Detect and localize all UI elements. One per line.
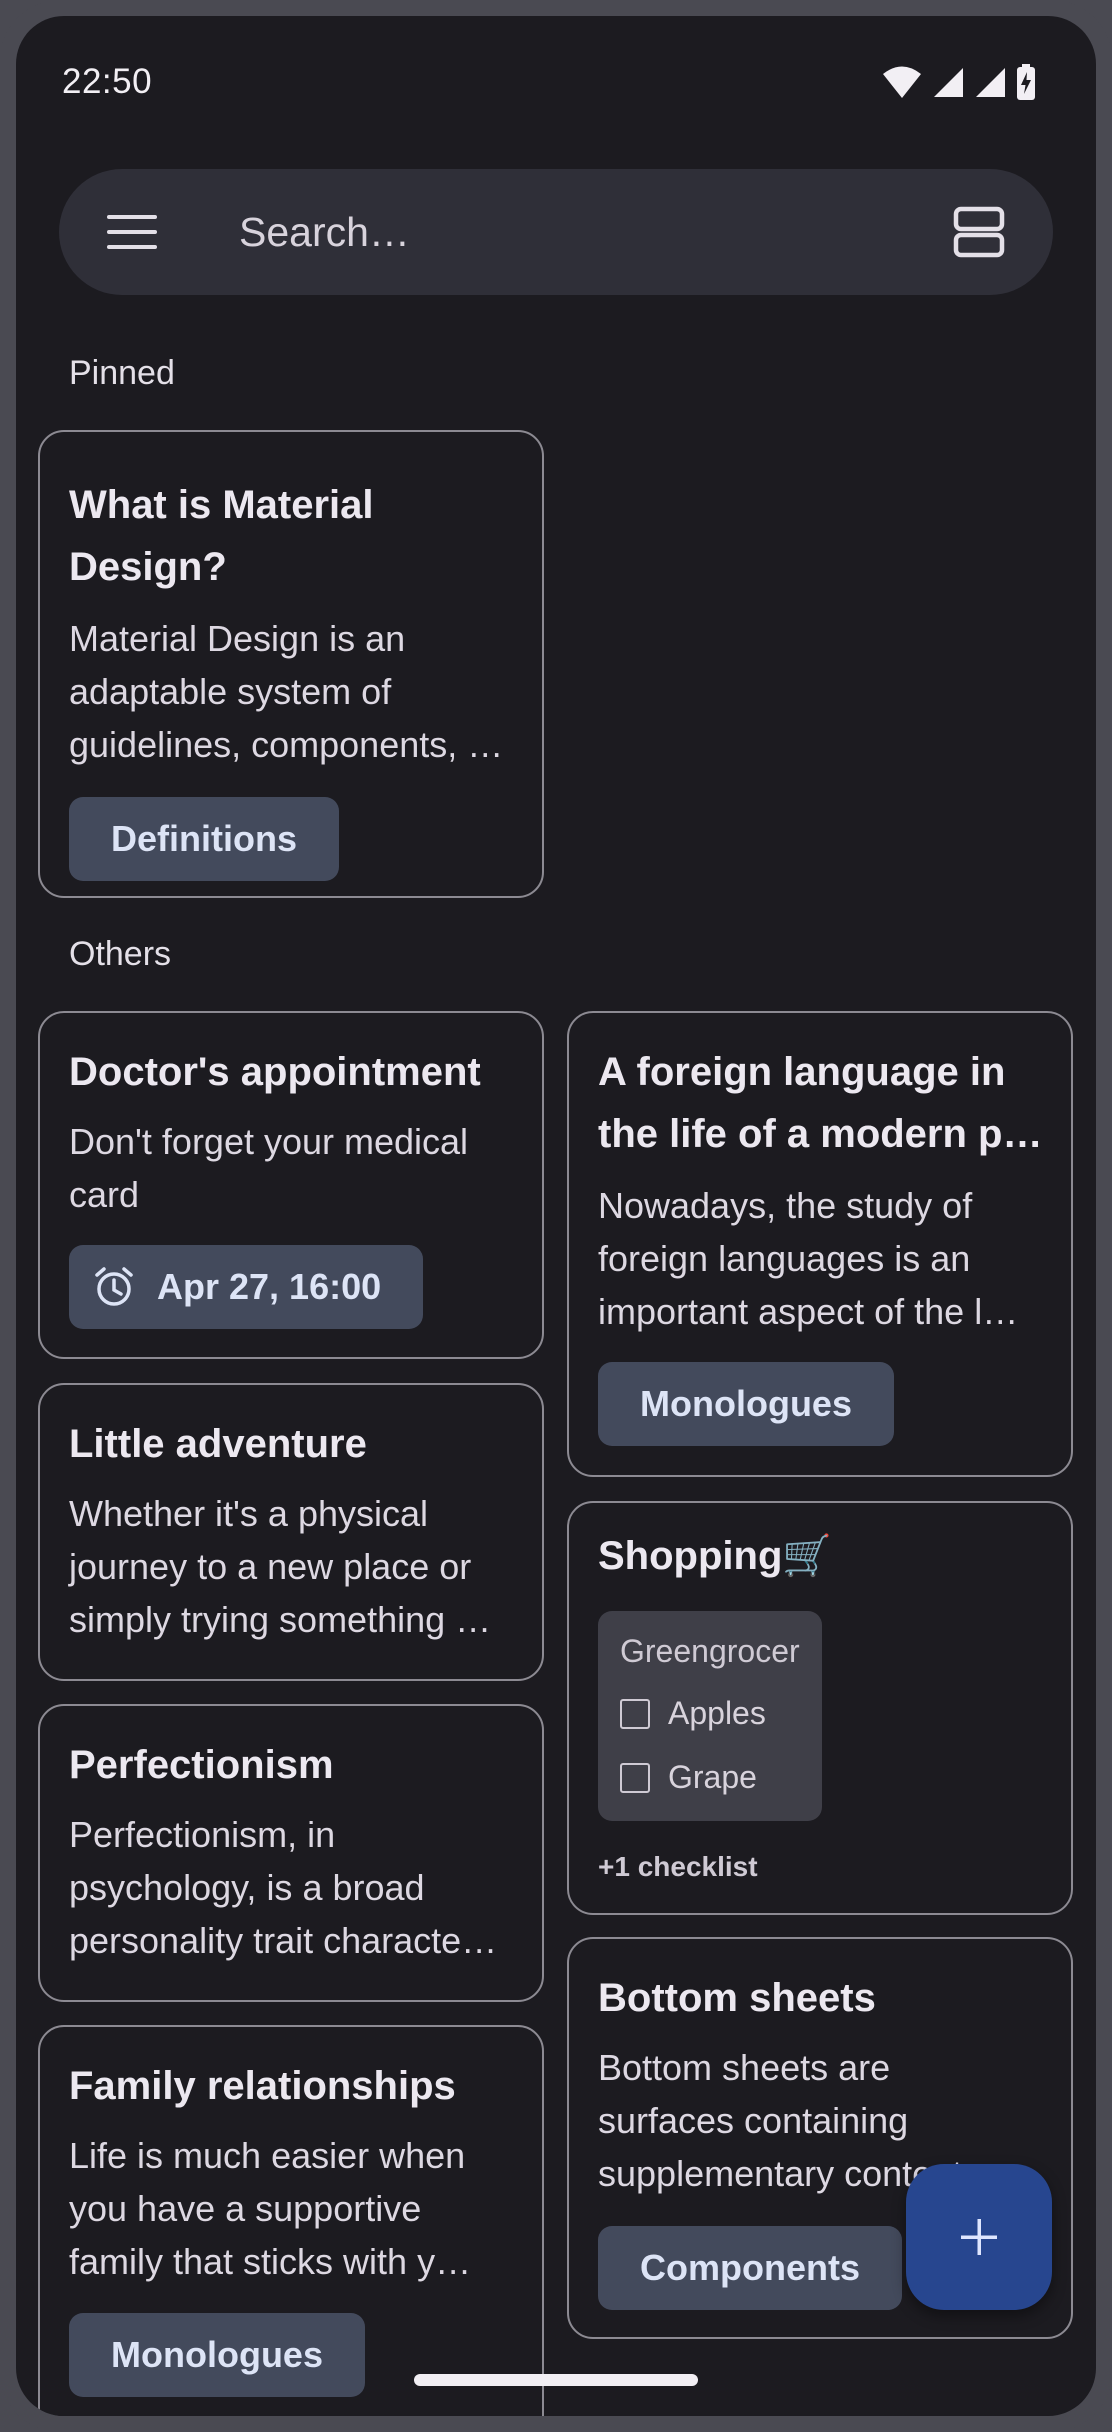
wifi-icon: [883, 66, 921, 98]
checkbox[interactable]: [620, 1762, 650, 1793]
reminder-text: Apr 27, 16:00: [157, 1266, 382, 1307]
battery-charging-icon: [1017, 64, 1035, 100]
note-title: Doctor's appointment: [69, 1050, 481, 1094]
note-body: psychology, is a broad: [69, 1867, 425, 1908]
label-chip-monologues[interactable]: Monologues: [598, 1362, 894, 1446]
note-title: Bottom sheets: [598, 1976, 876, 2020]
note-title: Family relationships: [69, 2064, 456, 2108]
more-checklists-text: +1 checklist: [598, 1851, 758, 1882]
checkbox[interactable]: [620, 1698, 650, 1729]
note-card-material-design[interactable]: What is Material Design? Material Design…: [38, 430, 544, 898]
note-card-foreign-language[interactable]: A foreign language in the life of a mode…: [567, 1011, 1073, 1477]
note-title: Shopping🛒: [598, 1534, 833, 1578]
search-bar[interactable]: Search…: [59, 169, 1053, 295]
note-title: Little adventure: [69, 1422, 367, 1466]
status-bar: 22:50: [16, 16, 1096, 126]
note-body: important aspect of the l…: [598, 1291, 1019, 1332]
add-note-button[interactable]: [906, 2164, 1052, 2310]
note-body: Material Design is an: [69, 618, 406, 659]
status-icons: [882, 64, 1036, 100]
plus-icon: [961, 2219, 997, 2255]
note-body: Life is much easier when: [69, 2135, 466, 2176]
note-title: What is Material: [69, 483, 374, 527]
note-title: the life of a modern p…: [598, 1112, 1043, 1156]
note-body: Perfectionism, in: [69, 1814, 336, 1855]
label-chip-monologues[interactable]: Monologues: [69, 2313, 365, 2397]
note-body: adaptable system of: [69, 671, 392, 712]
signal-icon: [976, 68, 1005, 97]
note-title: Design?: [69, 545, 227, 589]
note-card-perfectionism[interactable]: Perfectionism Perfectionism, in psycholo…: [38, 1704, 544, 2002]
note-body: foreign languages is an: [598, 1238, 971, 1279]
note-body: family that sticks with y…: [69, 2241, 472, 2282]
note-body: you have a supportive: [69, 2188, 422, 2229]
device-frame: 22:50 Search… Pinned What is Material De…: [0, 0, 1112, 2432]
signal-icon: [934, 68, 963, 97]
reminder-chip[interactable]: Apr 27, 16:00: [69, 1245, 424, 1329]
alarm-clock-icon: [95, 1267, 133, 1306]
checklist-item-label: Grape: [668, 1759, 757, 1795]
note-body: surfaces containing: [598, 2100, 909, 2141]
note-card-shopping[interactable]: Shopping🛒 Greengrocer Apples Grape +1 ch…: [567, 1501, 1073, 1915]
section-label-others: Others: [69, 935, 172, 973]
checklist-item-label: Apples: [668, 1695, 766, 1731]
note-card-family-relationships[interactable]: Family relationships Life is much easier…: [38, 2025, 544, 2416]
note-body: Whether it's a physical: [69, 1493, 429, 1534]
note-body: Nowadays, the study of: [598, 1185, 973, 1226]
label-chip-components[interactable]: Components: [598, 2226, 902, 2310]
section-label-pinned: Pinned: [69, 354, 175, 392]
search-input[interactable]: Search…: [239, 209, 410, 256]
checklist: Greengrocer Apples Grape: [598, 1611, 822, 1821]
note-title: A foreign language in: [598, 1050, 1006, 1094]
note-body: card: [69, 1174, 140, 1215]
status-time: 22:50: [62, 62, 153, 101]
screen: 22:50 Search… Pinned What is Material De…: [16, 16, 1096, 2416]
note-body: personality trait characte…: [69, 1920, 498, 1961]
note-body: Don't forget your medical: [69, 1121, 469, 1162]
label-chip-definitions[interactable]: Definitions: [69, 797, 339, 881]
note-card-little-adventure[interactable]: Little adventure Whether it's a physical…: [38, 1383, 544, 1681]
list-layout-icon[interactable]: [953, 206, 1005, 258]
note-body: guidelines, components, …: [69, 724, 504, 765]
home-indicator[interactable]: [414, 2374, 698, 2386]
note-body: journey to a new place or: [69, 1546, 472, 1587]
hamburger-menu-icon[interactable]: [107, 208, 157, 256]
checklist-item[interactable]: Grape: [620, 1759, 757, 1796]
note-title: Perfectionism: [69, 1743, 334, 1787]
note-card-doctors-appointment[interactable]: Doctor's appointment Don't forget your m…: [38, 1011, 544, 1359]
note-body: Bottom sheets are: [598, 2047, 891, 2088]
checklist-title: Greengrocer: [620, 1633, 800, 1669]
note-body: simply trying something …: [69, 1599, 492, 1640]
checklist-item[interactable]: Apples: [620, 1695, 766, 1732]
